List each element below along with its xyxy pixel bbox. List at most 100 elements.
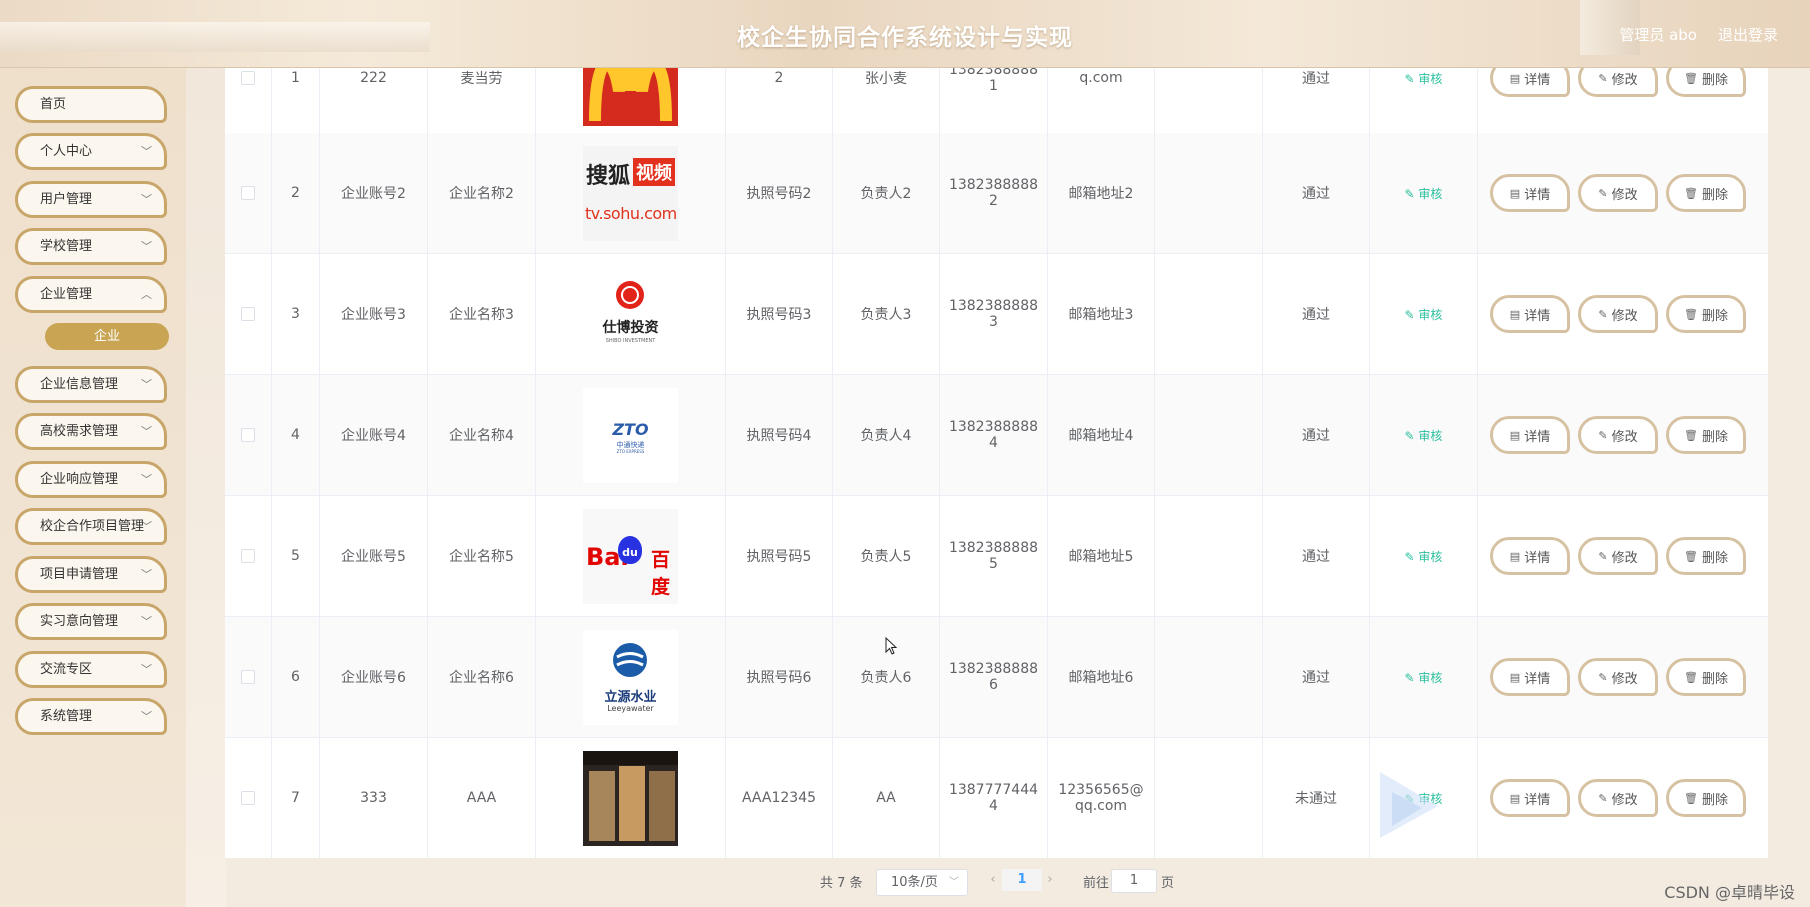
detail-button[interactable]: ▤ 详情 <box>1490 779 1570 817</box>
delete-button[interactable]: 🗑 删除 <box>1666 68 1746 97</box>
page-suffix-label: 页 <box>1161 876 1175 891</box>
row-checkbox[interactable] <box>241 549 255 563</box>
prev-page-button[interactable]: ‹ <box>983 869 1003 891</box>
audit-link[interactable]: ✎ 审核 <box>1405 70 1443 87</box>
next-page-button[interactable]: › <box>1040 869 1060 891</box>
detail-button-label: 详情 <box>1524 671 1551 687</box>
edit-icon: ✎ <box>1598 186 1608 200</box>
cell-name: 企业名称5 <box>428 496 536 616</box>
edit-button[interactable]: ✎ 修改 <box>1578 416 1658 454</box>
audit-link[interactable]: ✎ 审核 <box>1405 306 1443 323</box>
cell-person: 张小麦 <box>833 68 940 138</box>
document-icon: ▤ <box>1509 186 1521 200</box>
document-icon: ▤ <box>1509 71 1521 85</box>
row-checkbox[interactable] <box>241 71 255 85</box>
table-row: 3 企业账号3 企业名称3 仕博投资 SHIBO INVESTMENT 执照号码3 负责人3… <box>225 254 1768 375</box>
sidebar-item-user-management[interactable]: 用户管理 ﹀ <box>15 181 167 218</box>
cell-status: 通过 <box>1263 254 1370 374</box>
edit-button-label: 修改 <box>1611 429 1638 445</box>
delete-button[interactable]: 🗑 删除 <box>1666 174 1746 212</box>
cell-account: 企业账号3 <box>320 254 428 374</box>
edit-button[interactable]: ✎ 修改 <box>1578 68 1658 97</box>
detail-button-label: 详情 <box>1524 187 1551 203</box>
cell-empty <box>1155 375 1263 495</box>
audit-label: 审核 <box>1418 670 1443 685</box>
sidebar-item-exchange-zone[interactable]: 交流专区 ﹀ <box>15 651 167 688</box>
sidebar-item-personal-center[interactable]: 个人中心 ﹀ <box>15 133 167 170</box>
row-checkbox[interactable] <box>241 307 255 321</box>
delete-button[interactable]: 🗑 删除 <box>1666 537 1746 575</box>
edit-pen-icon: ✎ <box>1404 307 1419 322</box>
checkbox-cell <box>225 738 272 858</box>
edit-icon: ✎ <box>1598 549 1608 563</box>
edit-button[interactable]: ✎ 修改 <box>1578 779 1658 817</box>
cell-index: 2 <box>272 133 320 253</box>
sidebar-item-label: 系统管理 <box>40 709 93 724</box>
detail-button[interactable]: ▤ 详情 <box>1490 174 1570 212</box>
row-checkbox[interactable] <box>241 186 255 200</box>
delete-button[interactable]: 🗑 删除 <box>1666 658 1746 696</box>
detail-button-label: 详情 <box>1524 72 1551 88</box>
cell-person: 负责人3 <box>833 254 940 374</box>
sidebar-item-home[interactable]: 首页 <box>15 86 167 123</box>
goto-page-input[interactable]: 1 <box>1111 869 1157 893</box>
audit-link[interactable]: ✎ 审核 <box>1405 669 1443 686</box>
checkbox-cell <box>225 68 272 138</box>
page-size-select[interactable]: 10条/页 ﹀ <box>876 869 968 896</box>
edit-button[interactable]: ✎ 修改 <box>1578 174 1658 212</box>
sidebar-item-enterprise-management[interactable]: 企业管理 ︿ <box>15 276 167 313</box>
edit-button[interactable]: ✎ 修改 <box>1578 537 1658 575</box>
decorative-strip <box>186 68 226 907</box>
sidebar-subitem-enterprise[interactable]: 企业 <box>45 323 169 350</box>
edit-button[interactable]: ✎ 修改 <box>1578 658 1658 696</box>
cell-index: 6 <box>272 617 320 737</box>
sidebar-item-label: 个人中心 <box>40 144 93 159</box>
sidebar-item-university-demand[interactable]: 高校需求管理 ﹀ <box>15 413 167 450</box>
sidebar-item-label: 企业管理 <box>40 287 93 302</box>
detail-button[interactable]: ▤ 详情 <box>1490 658 1570 696</box>
document-icon: ▤ <box>1509 791 1521 805</box>
page-number-current[interactable]: 1 <box>1002 869 1042 891</box>
cell-name: 企业名称6 <box>428 617 536 737</box>
detail-button[interactable]: ▤ 详情 <box>1490 537 1570 575</box>
logout-link[interactable]: 退出登录 <box>1718 24 1778 45</box>
detail-button[interactable]: ▤ 详情 <box>1490 68 1570 97</box>
shibo-logo: 仕博投资 SHIBO INVESTMENT <box>583 266 678 362</box>
trash-icon: 🗑 <box>1684 186 1698 200</box>
edit-button[interactable]: ✎ 修改 <box>1578 295 1658 333</box>
cell-phone: 13823888882 <box>940 133 1048 253</box>
audit-link[interactable]: ✎ 审核 <box>1405 427 1443 444</box>
delete-button[interactable]: 🗑 删除 <box>1666 416 1746 454</box>
detail-button[interactable]: ▤ 详情 <box>1490 416 1570 454</box>
row-checkbox[interactable] <box>241 428 255 442</box>
sidebar-item-project-application[interactable]: 项目申请管理 ﹀ <box>15 556 167 593</box>
cell-license: 执照号码6 <box>726 617 833 737</box>
sidebar-item-system-management[interactable]: 系统管理 ﹀ <box>15 698 167 735</box>
sidebar-item-enterprise-info[interactable]: 企业信息管理 ﹀ <box>15 366 167 403</box>
sidebar-item-internship-intent[interactable]: 实习意向管理 ﹀ <box>15 603 167 640</box>
sidebar-item-school-management[interactable]: 学校管理 ﹀ <box>15 228 167 265</box>
cell-phone: 13823888881 <box>940 68 1048 138</box>
delete-button-label: 删除 <box>1701 308 1728 324</box>
cell-status: 通过 <box>1263 68 1370 138</box>
audit-link[interactable]: ✎ 审核 <box>1405 548 1443 565</box>
checkbox-cell <box>225 617 272 737</box>
sidebar-item-cooperation-projects[interactable]: 校企合作项目管理 ﹀ <box>15 508 167 545</box>
trash-icon: 🗑 <box>1684 307 1698 321</box>
cell-account: 企业账号6 <box>320 617 428 737</box>
delete-button[interactable]: 🗑 删除 <box>1666 295 1746 333</box>
detail-button[interactable]: ▤ 详情 <box>1490 295 1570 333</box>
delete-button[interactable]: 🗑 删除 <box>1666 779 1746 817</box>
table-row: 4 企业账号4 企业名称4 ZTO 中通快递 ZTO EXPRESS 执照号码4 负责人4 13… <box>225 375 1768 496</box>
cell-actions: ▤ 详情 ✎ 修改 🗑 删除 <box>1478 496 1768 616</box>
document-icon: ▤ <box>1509 670 1521 684</box>
sidebar-item-enterprise-response[interactable]: 企业响应管理 ﹀ <box>15 461 167 498</box>
chevron-down-icon: ﹀ <box>141 473 152 486</box>
enterprise-table: 1 222 麦当劳 2 张小麦 13823888881 q.com 通过 ✎ 审核 ▤ 详情 ✎ 修改 🗑… <box>225 68 1768 858</box>
chevron-down-icon: ﹀ <box>141 193 152 206</box>
row-checkbox[interactable] <box>241 791 255 805</box>
row-checkbox[interactable] <box>241 670 255 684</box>
liyuan-logo-text: 立源水业 <box>604 689 657 705</box>
audit-link[interactable]: ✎ 审核 <box>1405 185 1443 202</box>
table-row: 7 333 AAA AAA12345 AA 13877774444 12356565@qq.… <box>225 738 1768 858</box>
